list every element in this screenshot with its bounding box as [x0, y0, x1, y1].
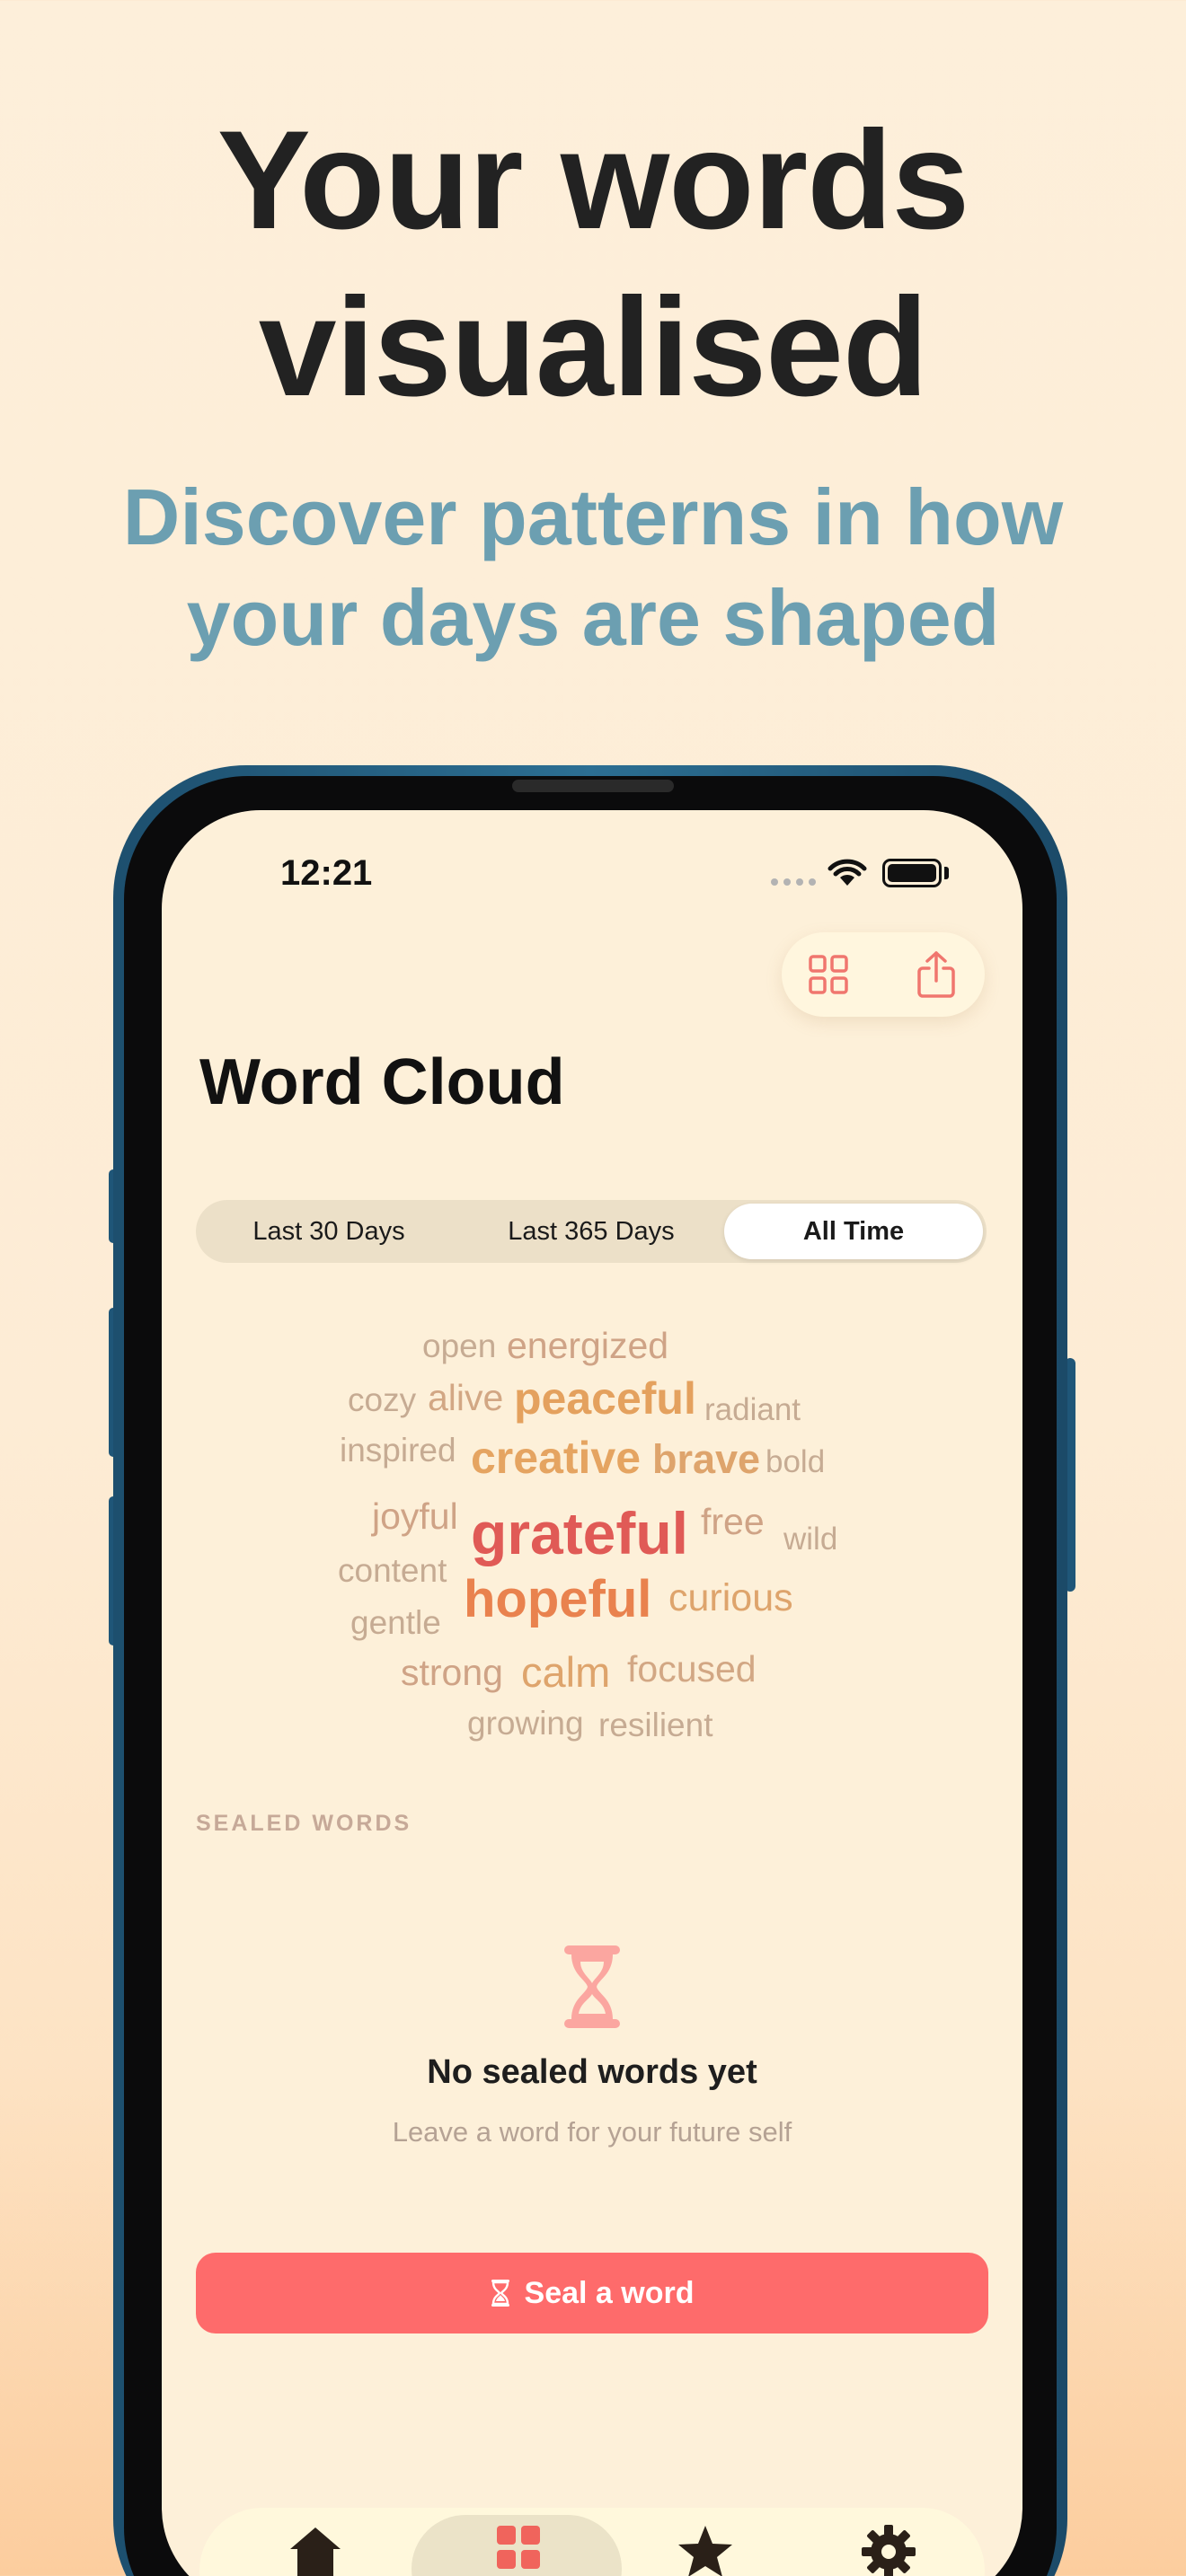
- cloud-word[interactable]: open: [422, 1329, 496, 1363]
- promo-headline: Your words visualised: [0, 97, 1186, 431]
- cloud-word[interactable]: brave: [652, 1439, 760, 1479]
- seal-word-button-label: Seal a word: [524, 2275, 695, 2310]
- empty-state-title: No sealed words yet: [427, 2053, 757, 2091]
- cloud-word[interactable]: alive: [428, 1380, 503, 1416]
- cloud-word[interactable]: creative: [471, 1435, 641, 1480]
- cloud-word[interactable]: strong: [401, 1654, 503, 1691]
- cloud-word[interactable]: focused: [627, 1651, 757, 1688]
- tab-home[interactable]: [275, 2524, 356, 2576]
- cloud-word[interactable]: grateful: [471, 1504, 688, 1563]
- tab-word-cloud[interactable]: [478, 2524, 559, 2576]
- cloud-word[interactable]: resilient: [598, 1708, 713, 1742]
- cloud-word[interactable]: cozy: [348, 1383, 416, 1416]
- promo-subheadline: Discover patterns in how your days are s…: [0, 467, 1186, 668]
- cloud-word[interactable]: hopeful: [464, 1574, 651, 1626]
- cloud-word[interactable]: free: [701, 1504, 765, 1540]
- cloud-word[interactable]: joyful: [372, 1498, 458, 1535]
- headline-line-1: Your words: [217, 102, 970, 259]
- cloud-word[interactable]: bold: [766, 1446, 825, 1478]
- empty-state-subtitle: Leave a word for your future self: [392, 2116, 792, 2148]
- star-icon: [678, 2526, 732, 2576]
- hourglass-icon: [564, 1945, 620, 2028]
- tab-settings[interactable]: [848, 2524, 929, 2576]
- phone-speaker: [512, 780, 674, 792]
- grid-icon: [497, 2526, 540, 2569]
- cloud-word[interactable]: energized: [507, 1328, 668, 1364]
- seal-word-button[interactable]: Seal a word: [196, 2253, 988, 2333]
- headline-line-2: visualised: [258, 269, 928, 426]
- cloud-word[interactable]: peaceful: [514, 1376, 696, 1421]
- hourglass-icon: [491, 2280, 509, 2307]
- cloud-word[interactable]: wild: [783, 1523, 837, 1555]
- subheadline-line-2: your days are shaped: [186, 573, 1000, 662]
- cloud-word[interactable]: content: [338, 1554, 447, 1587]
- home-icon: [290, 2527, 341, 2576]
- subheadline-line-1: Discover patterns in how: [122, 472, 1064, 561]
- tab-bar: [199, 2508, 985, 2576]
- cloud-word[interactable]: calm: [521, 1651, 610, 1693]
- gear-icon: [862, 2525, 916, 2576]
- cloud-word[interactable]: growing: [467, 1707, 584, 1740]
- cloud-word[interactable]: inspired: [340, 1434, 456, 1467]
- tab-favorites[interactable]: [665, 2524, 746, 2576]
- cloud-word[interactable]: curious: [668, 1579, 793, 1618]
- sealed-words-label: SEALED WORDS: [196, 1811, 412, 1836]
- app-screen: 12:21 Word Cloud Last 30 Days Last 365 D…: [162, 810, 1022, 2576]
- cloud-word[interactable]: gentle: [350, 1606, 441, 1639]
- cloud-word[interactable]: radiant: [704, 1394, 801, 1425]
- word-cloud: open energized cozy alive peaceful radia…: [162, 810, 1022, 1798]
